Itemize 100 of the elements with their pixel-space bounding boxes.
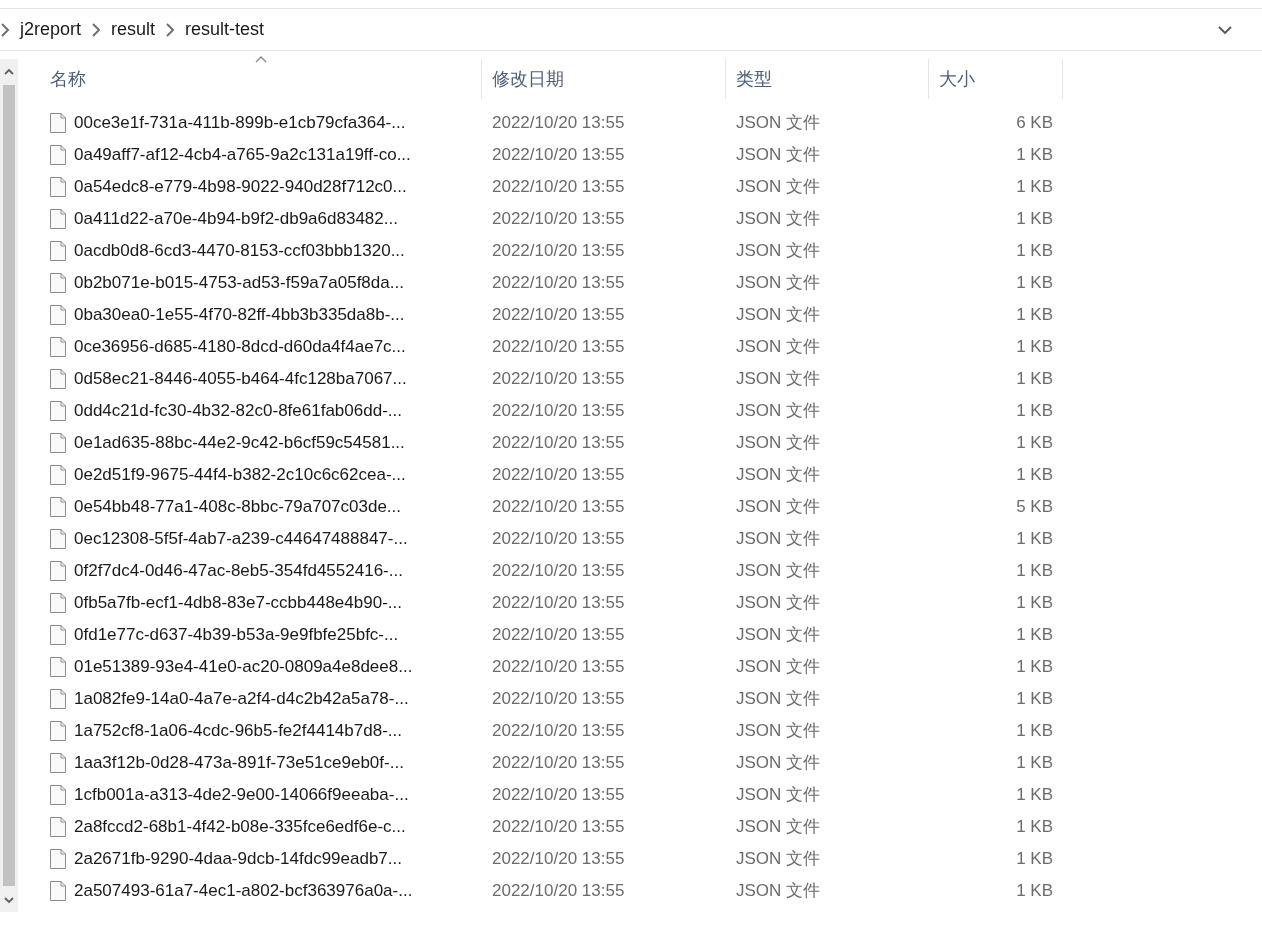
file-size: 1 KB xyxy=(1016,849,1053,869)
file-name[interactable]: 0f2f7dc4-0d46-47ac-8eb5-354fd4552416-... xyxy=(74,558,403,584)
file-name[interactable]: 2a8fccd2-68b1-4f42-b08e-335fce6edf6e-c... xyxy=(74,814,406,840)
column-header[interactable]: 大小 xyxy=(929,59,1063,99)
file-name[interactable]: 0e1ad635-88bc-44e2-9c42-b6cf59c54581... xyxy=(74,430,405,456)
file-icon xyxy=(50,401,66,421)
file-type: JSON 文件 xyxy=(735,497,821,517)
file-name[interactable]: 1cfb001a-a313-4de2-9e00-14066f9eeaba-... xyxy=(74,782,409,808)
file-type: JSON 文件 xyxy=(735,433,821,453)
file-size: 1 KB xyxy=(1016,401,1053,421)
modified-date: 2022/10/20 13:55 xyxy=(491,529,625,549)
modified-date: 2022/10/20 13:55 xyxy=(491,721,625,741)
file-size: 1 KB xyxy=(1016,177,1053,197)
modified-date: 2022/10/20 13:55 xyxy=(491,497,625,517)
file-icon xyxy=(50,177,66,197)
file-name[interactable]: 0e2d51f9-9675-44f4-b382-2c10c6c62cea-... xyxy=(74,462,406,488)
file-name[interactable]: 0fd1e77c-d637-4b39-b53a-9e9fbfe25bfc-... xyxy=(74,622,399,648)
file-size: 1 KB xyxy=(1016,785,1053,805)
sort-caret-icon xyxy=(253,55,268,64)
modified-date: 2022/10/20 13:55 xyxy=(491,401,625,421)
file-name[interactable]: 1a752cf8-1a06-4cdc-96b5-fe2f4414b7d8-... xyxy=(74,718,402,744)
file-name[interactable]: 0ec12308-5f5f-4ab7-a239-c44647488847-... xyxy=(74,526,408,552)
modified-date: 2022/10/20 13:55 xyxy=(491,177,625,197)
file-size: 1 KB xyxy=(1016,721,1053,741)
modified-date: 2022/10/20 13:55 xyxy=(491,369,625,389)
file-name[interactable]: 2a2671fb-9290-4daa-9dcb-14fdc99eadb7... xyxy=(74,846,402,872)
modified-date: 2022/10/20 13:55 xyxy=(491,817,625,837)
file-icon xyxy=(50,881,66,901)
file-icon xyxy=(50,241,66,261)
file-size: 1 KB xyxy=(1016,657,1053,677)
file-type: JSON 文件 xyxy=(735,369,821,389)
file-type: JSON 文件 xyxy=(735,657,821,677)
file-size: 1 KB xyxy=(1016,305,1053,325)
file-icon xyxy=(50,113,66,133)
breadcrumb-item[interactable]: result xyxy=(107,16,160,43)
file-name[interactable]: 0ba30ea0-1e55-4f70-82ff-4bb3b335da8b-... xyxy=(74,302,405,328)
file-name[interactable]: 0fb5a7fb-ecf1-4db8-83e7-ccbb448e4b90-... xyxy=(74,590,402,616)
column-header[interactable]: 名称 xyxy=(40,59,482,99)
file-size: 1 KB xyxy=(1016,625,1053,645)
file-name[interactable]: 1a082fe9-14a0-4a7e-a2f4-d4c2b42a5a78-... xyxy=(74,686,409,712)
file-size: 1 KB xyxy=(1016,337,1053,357)
file-name[interactable]: 2a507493-61a7-4ec1-a802-bcf363976a0a-... xyxy=(74,878,413,904)
modified-date: 2022/10/20 13:55 xyxy=(491,273,625,293)
modified-date: 2022/10/20 13:55 xyxy=(491,209,625,229)
file-icon xyxy=(50,689,66,709)
file-icon xyxy=(50,817,66,837)
file-name[interactable]: 1aa3f12b-0d28-473a-891f-73e51ce9eb0f-... xyxy=(74,750,404,776)
vertical-scrollbar[interactable] xyxy=(0,59,18,912)
file-icon xyxy=(50,145,66,165)
modified-date: 2022/10/20 13:55 xyxy=(491,433,625,453)
breadcrumb-item[interactable]: result-test xyxy=(181,16,269,43)
file-icon xyxy=(50,305,66,325)
file-size: 1 KB xyxy=(1016,529,1053,549)
modified-date: 2022/10/20 13:55 xyxy=(491,337,625,357)
file-name[interactable]: 0acdb0d8-6cd3-4470-8153-ccf03bbb1320... xyxy=(74,238,405,264)
file-icon xyxy=(50,657,66,677)
file-type: JSON 文件 xyxy=(735,337,821,357)
file-icon xyxy=(50,273,66,293)
file-type: JSON 文件 xyxy=(735,817,821,837)
file-icon xyxy=(50,785,66,805)
file-name[interactable]: 0a411d22-a70e-4b94-b9f2-db9a6d83482... xyxy=(74,206,398,232)
file-name[interactable]: 0a49aff7-af12-4cb4-a765-9a2c131a19ff-co... xyxy=(74,142,411,168)
file-name[interactable]: 00ce3e1f-731a-411b-899b-e1cb79cfa364-... xyxy=(74,110,406,136)
modified-date: 2022/10/20 13:55 xyxy=(491,561,625,581)
file-size: 1 KB xyxy=(1016,433,1053,453)
file-type: JSON 文件 xyxy=(735,113,821,133)
modified-date: 2022/10/20 13:55 xyxy=(491,145,625,165)
modified-date: 2022/10/20 13:55 xyxy=(491,465,625,485)
column-header[interactable]: 修改日期 xyxy=(482,59,726,99)
modified-date: 2022/10/20 13:55 xyxy=(491,657,625,677)
file-type: JSON 文件 xyxy=(735,721,821,741)
file-type: JSON 文件 xyxy=(735,689,821,709)
file-size: 1 KB xyxy=(1016,753,1053,773)
file-name[interactable]: 01e51389-93e4-41e0-ac20-0809a4e8dee8... xyxy=(74,654,413,680)
file-type: JSON 文件 xyxy=(735,145,821,165)
file-name[interactable]: 0e54bb48-77a1-408c-8bbc-79a707c03de... xyxy=(74,494,402,520)
file-name[interactable]: 0b2b071e-b015-4753-ad53-f59a7a05f8da... xyxy=(74,270,404,296)
modified-date: 2022/10/20 13:55 xyxy=(491,881,625,901)
file-size: 1 KB xyxy=(1016,561,1053,581)
file-size: 1 KB xyxy=(1016,209,1053,229)
column-header[interactable]: 类型 xyxy=(726,59,929,99)
file-icon xyxy=(50,849,66,869)
modified-date: 2022/10/20 13:55 xyxy=(491,753,625,773)
file-name[interactable]: 0a54edc8-e779-4b98-9022-940d28f712c0... xyxy=(74,174,407,200)
file-size: 1 KB xyxy=(1016,241,1053,261)
breadcrumb-item[interactable]: j2report xyxy=(16,16,86,43)
file-name[interactable]: 0ce36956-d685-4180-8dcd-d60da4f4ae7c... xyxy=(74,334,406,360)
file-type: JSON 文件 xyxy=(735,625,821,645)
file-type: JSON 文件 xyxy=(735,241,821,261)
file-icon xyxy=(50,497,66,517)
modified-date: 2022/10/20 13:55 xyxy=(491,305,625,325)
file-icon xyxy=(50,465,66,485)
file-size: 1 KB xyxy=(1016,465,1053,485)
file-name[interactable]: 0d58ec21-8446-4055-b464-4fc128ba7067... xyxy=(74,366,407,392)
file-icon xyxy=(50,529,66,549)
file-name[interactable]: 0dd4c21d-fc30-4b32-82c0-8fe61fab06dd-... xyxy=(74,398,402,424)
scrollbar-thumb[interactable] xyxy=(3,85,15,886)
file-size: 1 KB xyxy=(1016,881,1053,901)
file-type: JSON 文件 xyxy=(735,529,821,549)
file-size: 5 KB xyxy=(1016,497,1053,517)
